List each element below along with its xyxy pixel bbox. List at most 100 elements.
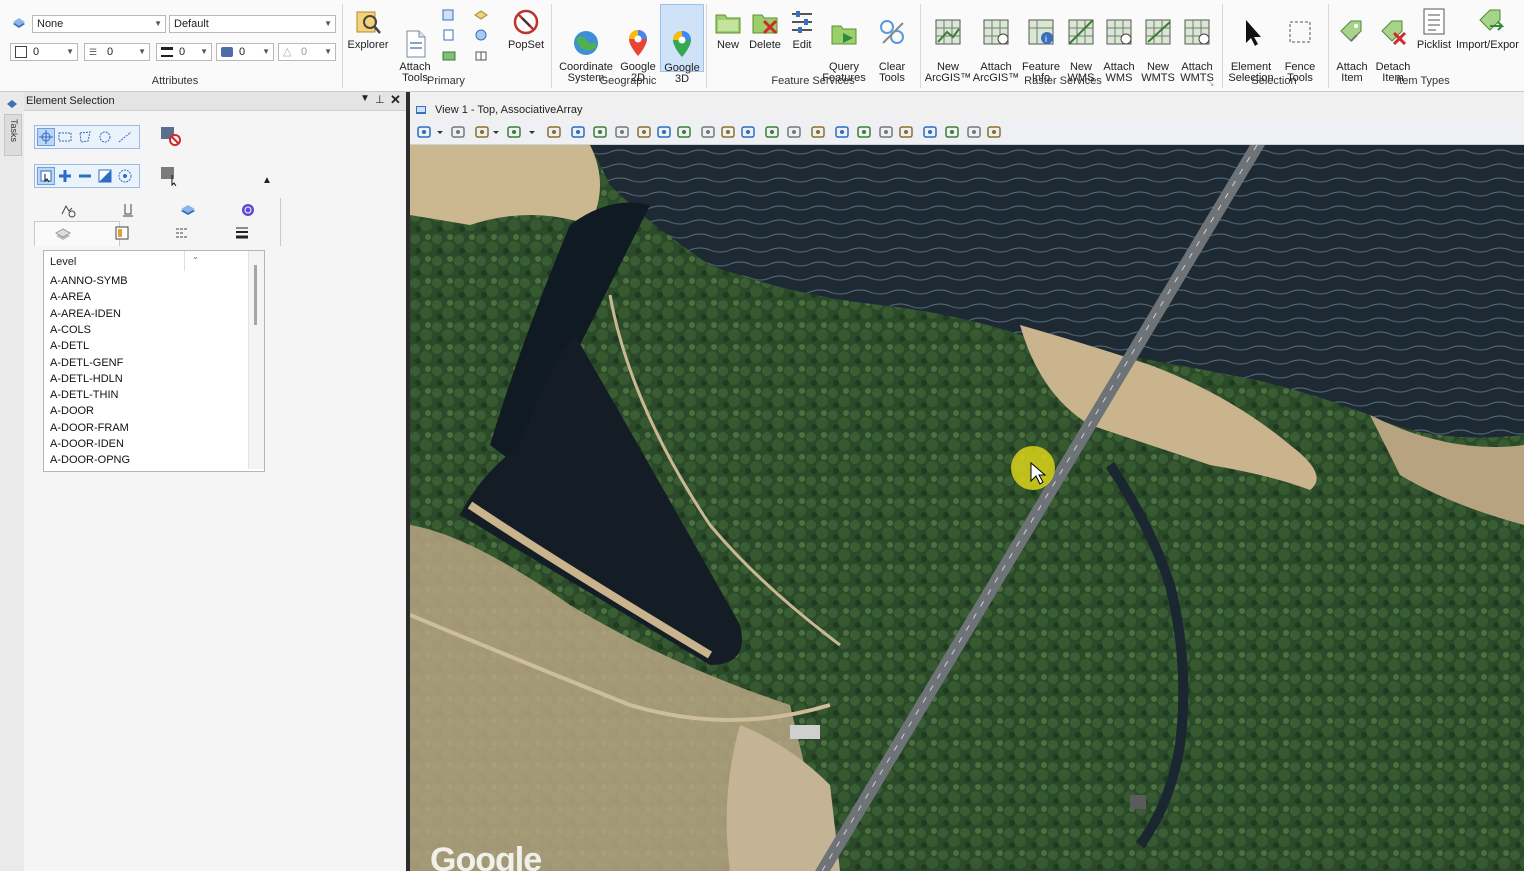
weight-combo[interactable]: 0 ▼ (156, 43, 212, 61)
zoom-out-icon[interactable] (592, 124, 608, 140)
priority-combo[interactable]: △ 0 ▼ (278, 43, 336, 61)
individual-method-icon[interactable] (37, 128, 55, 146)
attach-tools-button[interactable]: Attach Tools (394, 6, 436, 84)
line-method-icon[interactable] (117, 129, 133, 145)
import-export-button[interactable]: Import/Expor (1456, 6, 1524, 51)
map-pin-icon[interactable] (506, 124, 522, 140)
camera-icon[interactable] (922, 124, 938, 140)
shape-method-icon[interactable] (77, 129, 93, 145)
chevron-down-icon[interactable] (528, 124, 536, 140)
fence-tools-button[interactable]: Fence Tools (1278, 6, 1322, 84)
close-icon[interactable]: ✕ (390, 92, 401, 108)
view-attributes-icon[interactable] (416, 124, 432, 140)
toggle-active-icon[interactable] (898, 124, 914, 140)
tab-levels-icon[interactable] (60, 202, 76, 218)
transparency-combo[interactable]: 0 ▼ (216, 43, 274, 61)
display-style-icon[interactable] (986, 124, 1002, 140)
walk-icon[interactable] (700, 124, 716, 140)
level-list-item[interactable]: A-AREA (50, 291, 91, 303)
block-method-icon[interactable] (57, 129, 73, 145)
rotate-view-icon[interactable] (656, 124, 672, 140)
saved-views-icon[interactable] (442, 50, 456, 62)
level-list-item[interactable]: A-DOOR-IDEN (50, 438, 124, 450)
models-icon[interactable] (442, 29, 456, 41)
window-area-icon[interactable] (614, 124, 630, 140)
panel-menu-icon[interactable]: ▼ (360, 93, 370, 104)
tab-type-icon[interactable] (120, 202, 136, 218)
next-view-icon[interactable] (740, 124, 756, 140)
references-icon[interactable] (442, 9, 456, 21)
levels-filter-icon[interactable] (810, 124, 826, 140)
properties-grid-icon[interactable] (474, 50, 488, 62)
clip-volume-icon[interactable] (546, 124, 562, 140)
attach-wmts-button[interactable]: Attach WMTS (1177, 6, 1217, 84)
level-combo[interactable]: None ▼ (32, 15, 166, 33)
level-list-item[interactable]: A-ANNO-SYMB (50, 275, 128, 287)
select-all-icon[interactable] (160, 166, 182, 187)
tasks-tab[interactable]: Tasks (4, 114, 22, 156)
map-view[interactable]: Google (410, 145, 1524, 871)
level-list-scrollbar[interactable] (248, 251, 264, 469)
detach-item-button[interactable]: Detach Item (1372, 6, 1414, 84)
level-list-item[interactable]: A-DOOR-FRAM (50, 422, 129, 434)
select-all-mode-icon[interactable] (117, 168, 133, 184)
dialog-launcher-icon[interactable]: ⤡ (1207, 78, 1213, 88)
tab-level[interactable] (34, 221, 120, 246)
new-mode-icon[interactable] (37, 167, 55, 185)
tab-color-icon[interactable] (240, 202, 256, 218)
level-list-item[interactable]: A-DETL-HDLN (50, 373, 123, 385)
new-arcgis-button[interactable]: New ArcGIS™ (924, 6, 972, 84)
tasks-icon[interactable] (6, 98, 18, 110)
clear-tools-button[interactable]: Clear Tools (870, 6, 914, 84)
fit-view-icon[interactable] (636, 124, 652, 140)
copy-view-icon[interactable] (764, 124, 780, 140)
tab-weight-icon[interactable] (234, 225, 250, 241)
explorer-button[interactable]: Explorer (346, 6, 390, 51)
level-display-icon[interactable] (12, 17, 26, 29)
level-list-item[interactable]: A-DOOR (50, 405, 94, 417)
level-list-item[interactable]: A-DOOR-OPNG (50, 454, 130, 466)
google-2d-button[interactable]: Google 2D (618, 6, 658, 84)
query-features-button[interactable]: Query Features (822, 6, 866, 84)
magnify-icon[interactable] (966, 124, 982, 140)
sort-chevron-icon[interactable]: ⌄ (192, 252, 199, 261)
tab-level-display-icon[interactable] (180, 202, 196, 218)
subtract-mode-icon[interactable] (77, 168, 93, 184)
update-view-icon[interactable] (878, 124, 894, 140)
popset-button[interactable]: PopSet (506, 6, 546, 51)
zoom-in-icon[interactable] (570, 124, 586, 140)
add-mode-icon[interactable] (57, 168, 73, 184)
google-3d-button[interactable]: Google 3D (660, 4, 704, 85)
level-list-item[interactable]: A-DETL (50, 340, 89, 352)
level-list-item[interactable]: A-DETL-GENF (50, 357, 123, 369)
previous-view-icon[interactable] (720, 124, 736, 140)
picklist-button[interactable]: Picklist (1414, 6, 1454, 51)
level-list-item[interactable]: A-AREA-IDEN (50, 308, 121, 320)
invert-mode-icon[interactable] (97, 168, 113, 184)
feature-info-button[interactable]: i Feature Info (1020, 6, 1062, 84)
level-list-item[interactable]: A-DETL-THIN (50, 389, 118, 401)
scrollbar-thumb[interactable] (254, 265, 257, 325)
attach-wms-button[interactable]: Attach WMS (1100, 6, 1138, 84)
edit-feature-button[interactable]: Edit (786, 6, 818, 51)
tab-linestyle-icon[interactable] (174, 225, 190, 241)
view-rotation-icon[interactable] (786, 124, 802, 140)
coordinate-system-button[interactable]: Coordinate System (556, 6, 616, 84)
element-selection-button[interactable]: Element Selection (1226, 6, 1276, 84)
view-display-style-icon[interactable] (450, 124, 466, 140)
pan-view-icon[interactable] (676, 124, 692, 140)
brightness-icon[interactable] (474, 124, 490, 140)
view-display-icon[interactable] (834, 124, 850, 140)
raster-manager-icon[interactable] (474, 9, 488, 21)
new-feature-button[interactable]: New (710, 6, 746, 51)
tab-style-icon[interactable] (114, 225, 130, 241)
chevron-down-icon[interactable] (492, 124, 500, 140)
new-wms-button[interactable]: New WMS (1062, 6, 1100, 84)
new-wmts-button[interactable]: New WMTS (1138, 6, 1178, 84)
arrange-icon[interactable] (856, 124, 872, 140)
chevron-down-icon[interactable] (436, 124, 444, 140)
point-cloud-icon[interactable] (474, 29, 488, 41)
delete-feature-button[interactable]: Delete (746, 6, 784, 51)
attach-item-button[interactable]: Attach Item (1332, 6, 1372, 84)
attach-arcgis-button[interactable]: Attach ArcGIS™ (972, 6, 1020, 84)
